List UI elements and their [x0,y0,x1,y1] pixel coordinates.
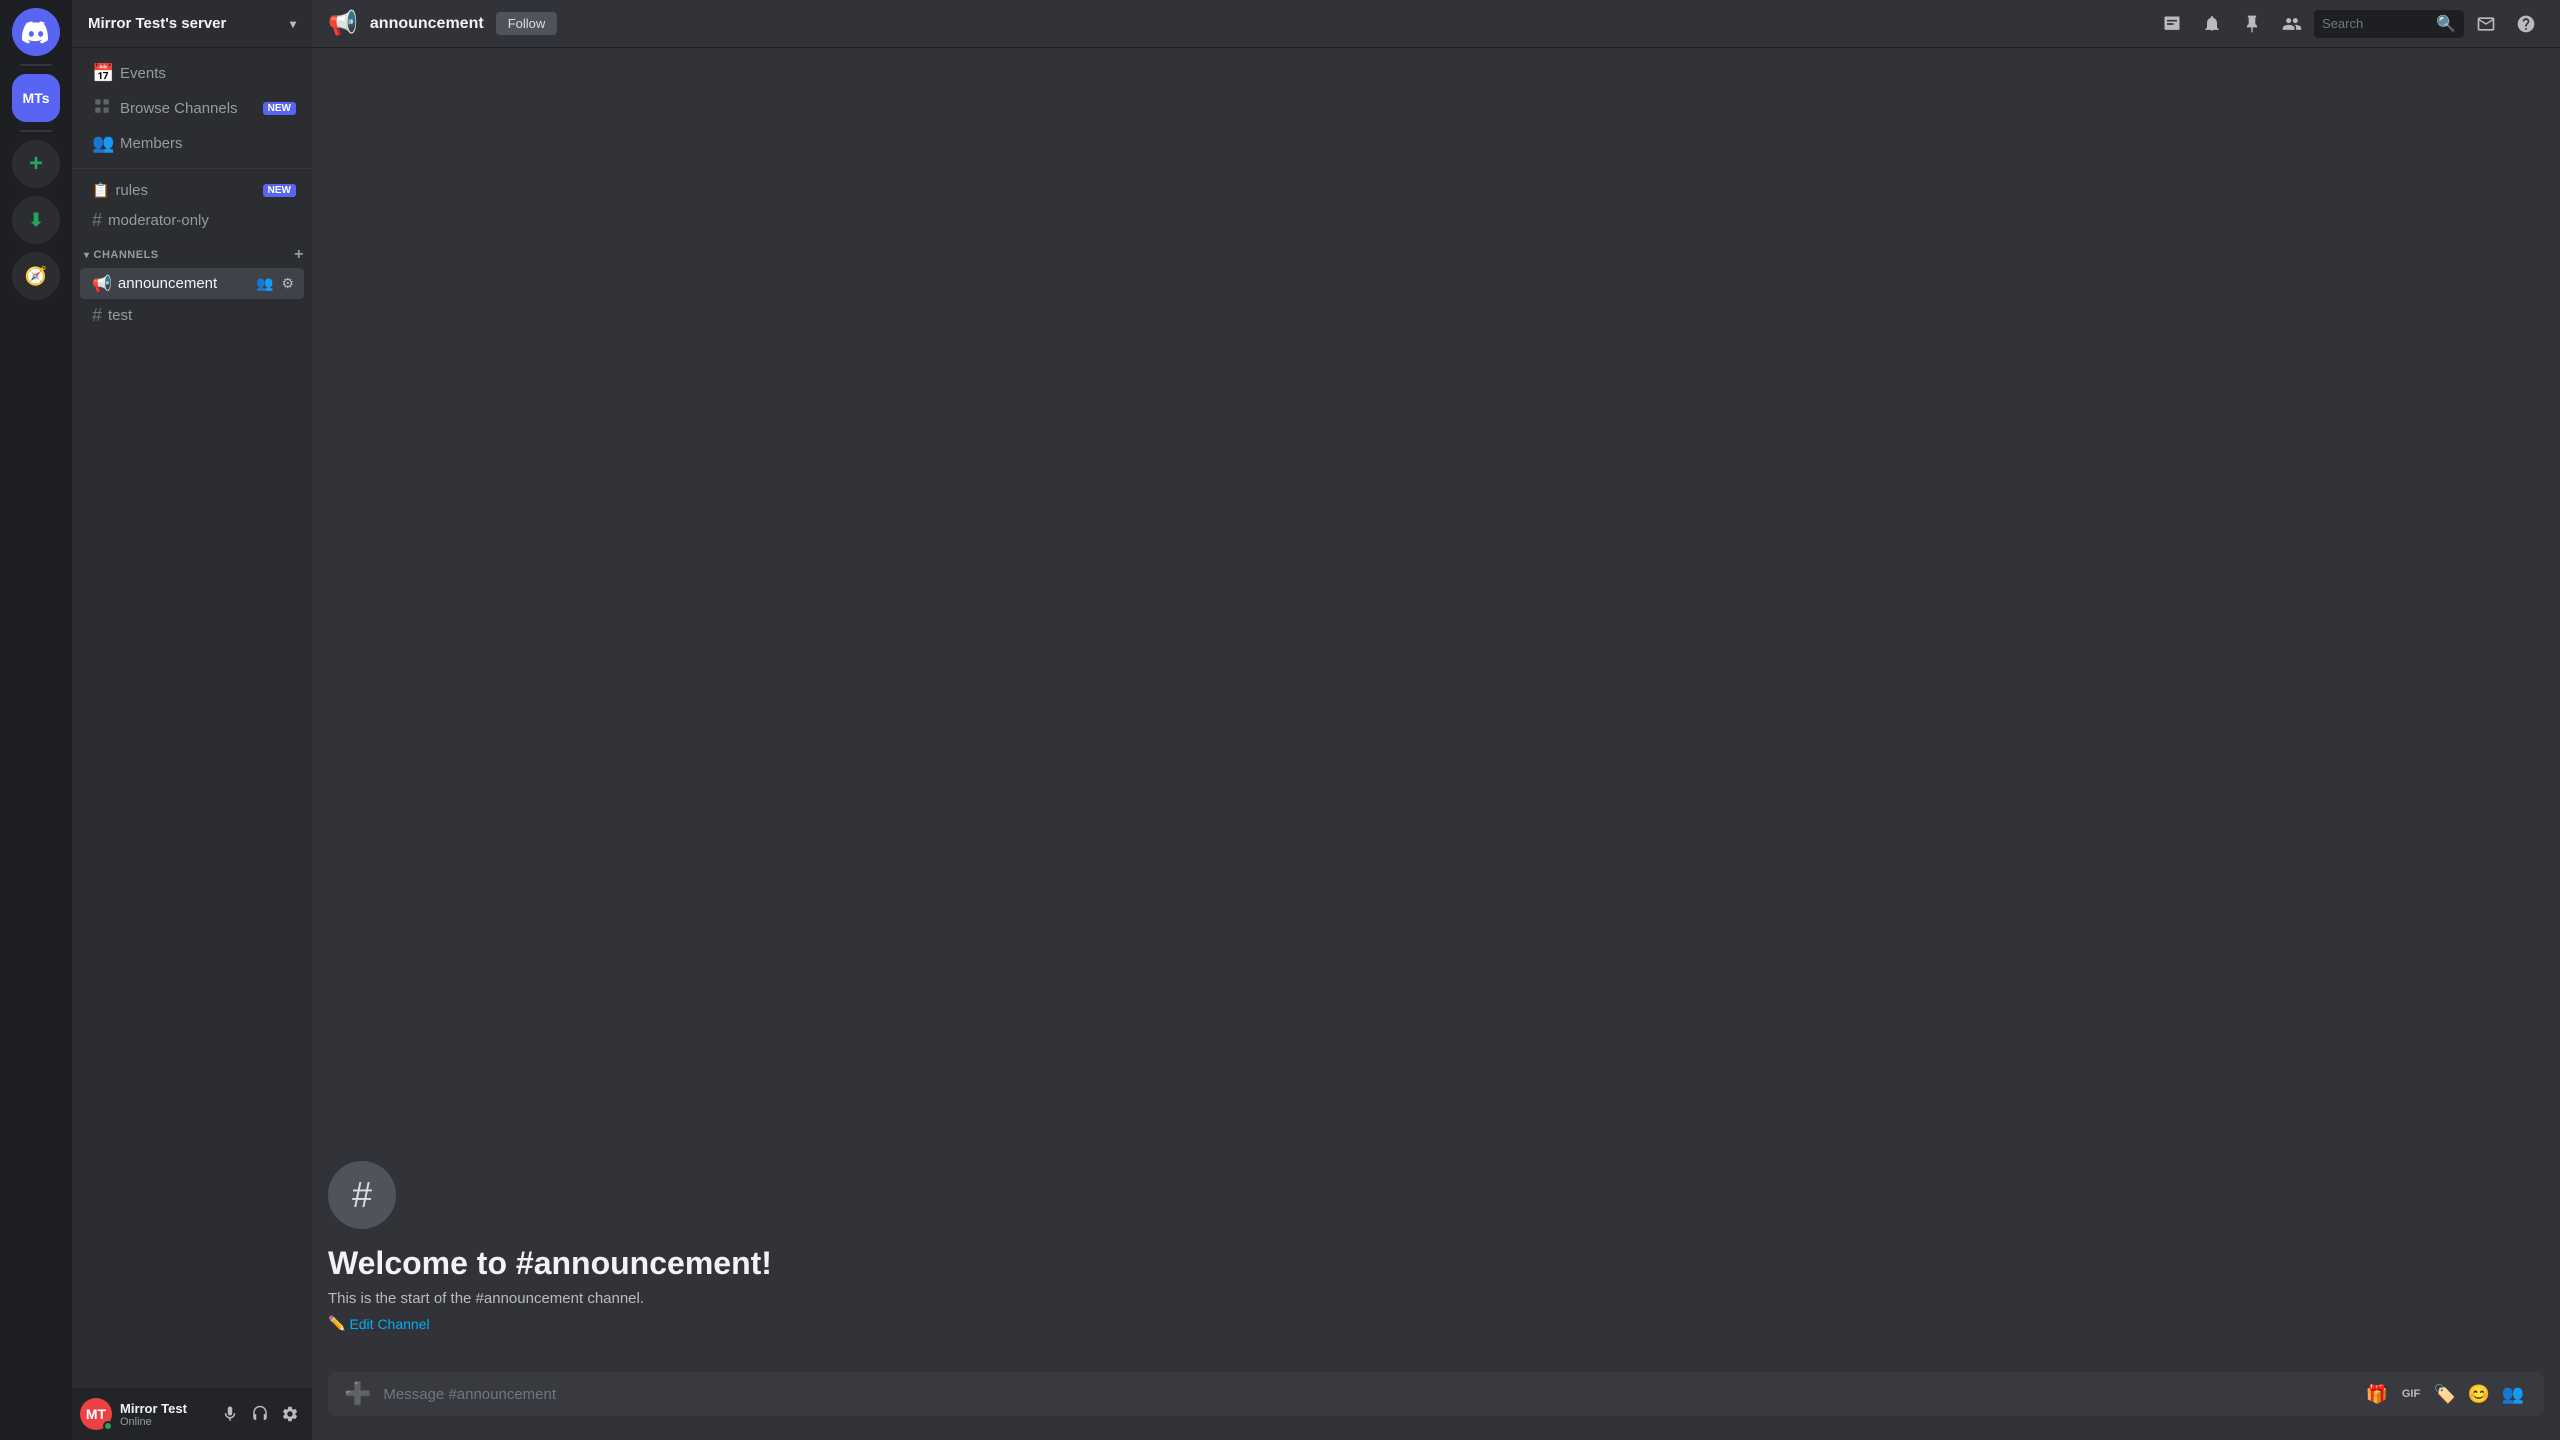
moderator-only-name: moderator-only [108,212,296,229]
sidebar-item-browse-channels[interactable]: Browse Channels NEW [80,91,304,126]
activities-button[interactable]: 👥 [2498,1379,2528,1409]
channel-header-icon: 📢 [328,9,358,38]
user-avatar[interactable]: MT [80,1398,112,1430]
channel-item-test[interactable]: # test [80,300,304,331]
user-avatar-initials: MT [86,1406,106,1422]
messages-area: # Welcome to #announcement! This is the … [312,48,2560,1372]
sticker-button[interactable]: 🏷️ [2430,1379,2460,1409]
test-channel-name: test [108,307,296,324]
browse-channels-icon [92,97,112,120]
section-divider [72,168,312,169]
search-icon: 🔍 [2436,14,2456,34]
message-add-button[interactable]: ➕ [344,1381,371,1407]
channel-welcome-desc: This is the start of the #announcement c… [328,1290,2544,1307]
channel-welcome: # Welcome to #announcement! This is the … [328,1145,2544,1356]
emoji-button[interactable]: 😊 [2464,1379,2494,1409]
discord-home-icon[interactable] [12,8,60,56]
deafen-button[interactable] [246,1400,274,1428]
main-content: 📢 announcement Follow 🔍 [312,0,2560,1440]
top-bar: 📢 announcement Follow 🔍 [312,0,2560,48]
chat-area: # Welcome to #announcement! This is the … [312,48,2560,1440]
browse-channels-new-badge: NEW [263,102,296,115]
channel-list: 📅 Events Browse Channels NEW 👥 Members 📋… [72,48,312,1388]
channel-settings-icon[interactable]: ⚙ [279,273,296,294]
rules-icon: 📋 [92,182,109,199]
rules-new-badge: NEW [263,184,296,197]
category-chevron: ▾ [84,250,90,261]
sidebar-item-events[interactable]: 📅 Events [80,57,304,90]
mute-button[interactable] [216,1400,244,1428]
channel-header-name: announcement [370,15,484,33]
members-icon: 👥 [92,133,112,154]
discover-servers-button[interactable]: 🧭 [12,252,60,300]
user-status: Online [120,1416,208,1428]
search-input[interactable] [2322,16,2430,31]
inbox-button[interactable] [2468,6,2504,42]
edit-icon: ✏️ [328,1315,345,1332]
channel-item-moderator-only[interactable]: # moderator-only [80,205,304,236]
gift-button[interactable]: 🎁 [2362,1379,2392,1409]
server-header[interactable]: Mirror Test's server ▾ [72,0,312,48]
channel-invite-icon[interactable]: 👥 [254,273,275,294]
server-name: Mirror Test's server [88,15,226,32]
channel-item-rules[interactable]: 📋 rules NEW [80,177,304,204]
message-input-actions: 🎁 GIF 🏷️ 😊 👥 [2362,1379,2528,1409]
gif-button[interactable]: GIF [2396,1379,2426,1409]
channel-sidebar: Mirror Test's server ▾ 📅 Events Browse C… [72,0,312,1440]
top-bar-actions: 🔍 [2154,6,2544,42]
message-input-box: ➕ 🎁 GIF 🏷️ 😊 👥 [328,1372,2544,1416]
follow-button[interactable]: Follow [496,12,558,35]
channel-welcome-title: Welcome to #announcement! [328,1245,2544,1282]
user-status-dot [103,1421,113,1431]
sidebar-item-members[interactable]: 👥 Members [80,127,304,160]
user-controls [216,1400,304,1428]
pinned-messages-button[interactable] [2234,6,2270,42]
help-button[interactable] [2508,6,2544,42]
user-name: Mirror Test [120,1401,208,1416]
user-info: Mirror Test Online [120,1401,208,1428]
events-icon: 📅 [92,63,112,84]
announcement-icon: 📢 [92,274,112,294]
test-hash: # [92,305,102,326]
add-server-button[interactable]: + [12,140,60,188]
edit-channel-link[interactable]: ✏️ Edit Channel [328,1315,430,1332]
server-list: MTs + ⬇ 🧭 [0,0,72,1440]
message-input-area: ➕ 🎁 GIF 🏷️ 😊 👥 [312,1372,2560,1440]
user-settings-button[interactable] [276,1400,304,1428]
add-channel-button[interactable]: + [294,246,304,264]
channels-category[interactable]: ▾ CHANNELS + [72,240,312,266]
user-panel: MT Mirror Test Online [72,1388,312,1440]
events-label: Events [120,65,166,82]
server-icon-mt[interactable]: MTs [12,74,60,122]
category-label: CHANNELS [94,249,159,261]
member-list-button[interactable] [2274,6,2310,42]
channel-actions: 👥 ⚙ [254,273,296,294]
download-apps-button[interactable]: ⬇ [12,196,60,244]
channel-welcome-icon: # [328,1161,396,1229]
threads-button[interactable] [2154,6,2190,42]
rules-channel-name: rules [115,182,256,199]
members-label: Members [120,135,183,152]
browse-channels-label: Browse Channels [120,100,238,117]
notification-settings-button[interactable] [2194,6,2230,42]
search-bar[interactable]: 🔍 [2314,10,2464,38]
channel-item-announcement[interactable]: 📢 announcement 👥 ⚙ [80,268,304,299]
message-input[interactable] [383,1386,2350,1403]
moderator-only-hash: # [92,210,102,231]
server-menu-chevron: ▾ [290,17,296,31]
server-divider-2 [20,130,52,132]
announcement-channel-name: announcement [118,275,248,292]
server-divider [20,64,52,66]
